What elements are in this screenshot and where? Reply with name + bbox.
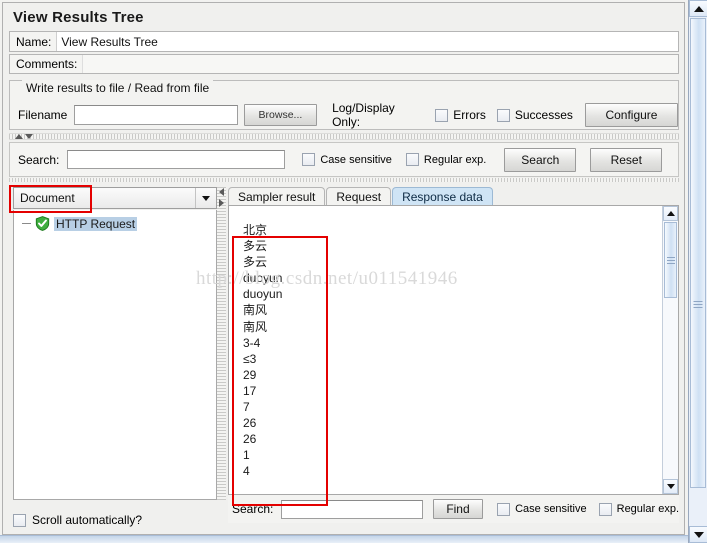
jmeter-view-results-tree-window: View Results Tree Name: View Results Tre… (0, 0, 707, 543)
find-button[interactable]: Find (432, 499, 484, 519)
name-label: Name: (16, 34, 52, 49)
write-results-group: Write results to file / Read from file F… (9, 80, 679, 130)
comments-label: Comments: (16, 57, 78, 71)
tree-panel-divider[interactable] (217, 187, 226, 500)
search-label: Search: (18, 152, 60, 167)
find-case-sensitive-label: Case sensitive (515, 503, 587, 515)
results-left-column: Document HTTP Request Scroll automatical… (9, 184, 226, 533)
window-scroll-up-icon[interactable] (689, 0, 707, 17)
response-data-view[interactable]: 北京 多云 多云 duoyun duoyun 南风 南风 3-4 ≤3 29 1… (228, 205, 679, 495)
scroll-automatically-checkbox[interactable]: Scroll automatically? (13, 509, 217, 531)
filename-label: Filename (18, 108, 68, 122)
divider-left-arrow-icon[interactable] (217, 187, 226, 196)
response-find-bar: Search: Find Case sensitive Regular exp. (228, 495, 679, 523)
comments-row: Comments: (9, 54, 679, 74)
find-regular-exp-box[interactable] (598, 502, 612, 516)
search-regular-exp-checkbox[interactable]: Regular exp. (405, 153, 487, 166)
successes-checkbox-box[interactable] (496, 108, 510, 122)
window-scroll-down-icon[interactable] (689, 526, 707, 543)
search-case-sensitive-checkbox[interactable]: Case sensitive (302, 153, 392, 166)
renderer-select[interactable]: Document (13, 187, 217, 209)
results-lower-area: Document HTTP Request Scroll automatical… (9, 184, 679, 533)
tree-node-label: HTTP Request (54, 216, 138, 231)
find-regular-exp-checkbox[interactable]: Regular exp. (598, 502, 679, 516)
find-input[interactable] (281, 499, 423, 519)
scroll-automatically-box[interactable] (13, 513, 26, 527)
tree-node-http-request[interactable]: HTTP Request (22, 216, 138, 231)
errors-checkbox[interactable]: Errors (435, 108, 486, 122)
write-results-legend: Write results to file / Read from file (22, 80, 214, 97)
log-display-only-label: Log/Display Only: (332, 101, 395, 129)
splitter-collapse-up-icon[interactable] (15, 134, 23, 139)
find-regular-exp-label: Regular exp. (616, 503, 679, 515)
search-regular-exp-label: Regular exp. (423, 153, 487, 166)
browse-button[interactable]: Browse... (243, 104, 318, 126)
scroll-automatically-label: Scroll automatically? (32, 513, 143, 527)
search-splitter[interactable] (9, 178, 679, 182)
chevron-down-icon[interactable] (195, 188, 216, 208)
panel-splitter[interactable] (9, 133, 679, 140)
tab-request[interactable]: Request (326, 187, 392, 206)
window-scrollbar[interactable] (688, 0, 707, 543)
name-input[interactable]: View Results Tree (56, 32, 678, 51)
response-scroll-up-icon[interactable] (663, 206, 678, 221)
renderer-select-value: Document (20, 191, 75, 205)
response-data-text: 北京 多云 多云 duoyun duoyun 南风 南风 3-4 ≤3 29 1… (243, 223, 283, 479)
window-bottom-strip (0, 535, 688, 543)
green-shield-check-icon (35, 216, 50, 231)
find-label: Search: (232, 502, 274, 516)
results-tree[interactable]: HTTP Request (13, 210, 217, 500)
errors-checkbox-box[interactable] (435, 108, 449, 122)
tabs-filler (493, 186, 679, 206)
page-title: View Results Tree (13, 9, 144, 26)
response-scroll-down-icon[interactable] (663, 479, 678, 494)
tree-branch-line (22, 223, 31, 224)
tab-sampler-result[interactable]: Sampler result (228, 187, 326, 206)
splitter-collapse-down-icon[interactable] (25, 134, 33, 139)
results-right-column: Sampler result Request Response data 北京 … (228, 184, 679, 533)
search-input[interactable] (67, 150, 286, 169)
results-search-bar: Search: Case sensitive Regular exp. Sear… (9, 142, 679, 177)
successes-checkbox-label: Successes (514, 108, 573, 122)
successes-checkbox[interactable]: Successes (496, 108, 573, 122)
name-row: Name: View Results Tree (9, 31, 679, 52)
result-tabs: Sampler result Request Response data (228, 186, 679, 206)
configure-button[interactable]: Configure (584, 103, 678, 127)
search-case-sensitive-box[interactable] (302, 153, 316, 166)
find-case-sensitive-box[interactable] (497, 502, 511, 516)
window-scrollbar-thumb[interactable] (690, 18, 706, 488)
tab-response-data[interactable]: Response data (392, 187, 493, 206)
comments-input[interactable] (82, 55, 678, 73)
find-case-sensitive-checkbox[interactable]: Case sensitive (497, 502, 587, 516)
reset-button[interactable]: Reset (590, 147, 663, 172)
response-scroll-thumb[interactable] (664, 222, 677, 298)
response-data-scrollbar[interactable] (662, 206, 678, 494)
search-case-sensitive-label: Case sensitive (320, 153, 392, 166)
search-regular-exp-box[interactable] (405, 153, 419, 166)
filename-input[interactable] (74, 105, 238, 125)
errors-checkbox-label: Errors (453, 108, 486, 122)
divider-right-arrow-icon[interactable] (217, 198, 226, 207)
search-button[interactable]: Search (504, 147, 577, 172)
